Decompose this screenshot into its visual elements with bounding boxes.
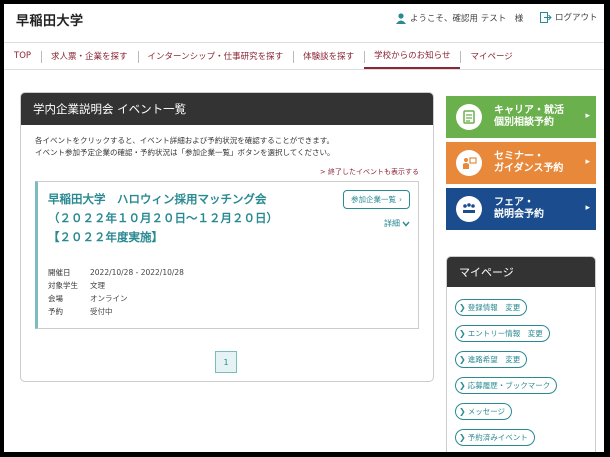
mypage-link-history[interactable]: ❯ 応募履歴・ブックマーク	[455, 377, 558, 394]
chevron-right-icon: ❯	[459, 303, 466, 312]
logout-label: ログアウト	[555, 13, 598, 23]
logout-link[interactable]: ログアウト	[540, 11, 598, 23]
event-list-panel: 学内企業説明会 イベント一覧 各イベントをクリックすると、イベント詳細および予約…	[20, 92, 434, 382]
arrow-right-icon: ▸	[585, 111, 590, 121]
chevron-right-icon: ❯	[459, 355, 466, 364]
chevron-right-icon: ❯	[459, 433, 466, 442]
pagination-page-1[interactable]: 1	[215, 351, 237, 373]
chevron-right-icon: ❯	[459, 329, 466, 338]
fair-label-1: フェア・	[494, 197, 534, 208]
mypage-link-career-plan[interactable]: ❯ 進路希望 変更	[455, 351, 528, 368]
mypage-title: マイページ	[447, 257, 595, 287]
chevron-down-icon	[402, 221, 410, 227]
chevron-right-icon: ❯	[459, 381, 466, 390]
panel-intro: 各イベントをクリックすると、イベント詳細および予約状況を確認することができます。…	[35, 135, 335, 159]
info-row-reservation: 予約 受付中	[48, 307, 113, 316]
nav-experience-search[interactable]: 体験談を探す	[293, 43, 364, 69]
welcome-text: ようこそ、確認用 テスト 様	[410, 14, 524, 24]
mypage-link-entry[interactable]: ❯ エントリー情報 変更	[455, 325, 550, 342]
nav-mypage[interactable]: マイページ	[460, 43, 522, 69]
user-icon	[396, 12, 406, 24]
event-title[interactable]: 早稲田大学 ハロウィン採用マッチング会 （２０２２年１０月２０日～１２月２０日）…	[48, 190, 338, 247]
nav-top[interactable]: TOP	[4, 43, 41, 69]
career-label-2: 個別相談予約	[494, 117, 554, 128]
info-row-venue: 会場 オンライン	[48, 294, 128, 303]
info-row-date: 開催日 2022/10/28 - 2022/10/28	[48, 268, 184, 277]
seminar-label-2: ガイダンス予約	[494, 163, 564, 174]
nav-internship-search[interactable]: インターンシップ・仕事研究を探す	[137, 43, 294, 69]
nav-school-news[interactable]: 学校からのお知らせ	[364, 43, 461, 69]
chevron-right-icon: ❯	[459, 407, 466, 416]
event-title-line-3: 【２０２２年度実施】	[48, 230, 163, 244]
meeting-icon	[456, 196, 482, 222]
page-frame: 早稲田大学 ようこそ、確認用 テスト 様 ログアウト TOP 求人票・企業を探す…	[4, 4, 604, 452]
mypage-link-reserved-events[interactable]: ❯ 予約済みイベント	[455, 429, 535, 446]
header: 早稲田大学 ようこそ、確認用 テスト 様 ログアウト	[4, 4, 604, 34]
arrow-right-icon: ▸	[585, 157, 590, 167]
info-row-target: 対象学生 文理	[48, 281, 105, 290]
panel-title: 学内企業説明会 イベント一覧	[21, 93, 433, 125]
event-detail-toggle[interactable]: 詳細	[384, 218, 410, 229]
mypage-link-profile[interactable]: ❯ 登録情報 変更	[455, 299, 528, 316]
company-list-label: 参加企業一覧	[351, 195, 396, 204]
fair-briefing-button[interactable]: フェア・ 説明会予約 ▸	[446, 188, 596, 230]
nav-job-search[interactable]: 求人票・企業を探す	[41, 43, 138, 69]
mypage-panel: マイページ ❯ 登録情報 変更 ❯ エントリー情報 変更 ❯ 進路希望 変更 ❯ 応募履…	[446, 256, 596, 452]
logout-icon	[540, 11, 552, 23]
arrow-right-icon: ▸	[585, 203, 590, 213]
intro-line-1: 各イベントをクリックすると、イベント詳細および予約状況を確認することができます。	[35, 136, 334, 145]
event-title-line-2: （２０２２年１０月２０日～１２月２０日）	[48, 211, 278, 225]
mypage-link-messages[interactable]: ❯ メッセージ	[455, 403, 513, 420]
show-past-events-link[interactable]: > 終了したイベントも表示する	[320, 167, 419, 177]
event-title-line-1: 早稲田大学 ハロウィン採用マッチング会	[48, 192, 267, 206]
welcome-message: ようこそ、確認用 テスト 様	[396, 12, 523, 24]
company-list-button[interactable]: 参加企業一覧 ›	[343, 190, 410, 209]
chevron-right-icon: ›	[399, 195, 402, 204]
event-info: 開催日 2022/10/28 - 2022/10/28 対象学生 文理 会場 オンライ…	[48, 266, 184, 318]
fair-label-2: 説明会予約	[494, 209, 544, 220]
career-consultation-button[interactable]: キャリア・就活 個別相談予約 ▸	[446, 96, 596, 138]
document-icon	[456, 104, 482, 130]
detail-label: 詳細	[384, 219, 400, 228]
seminar-guidance-button[interactable]: セミナー・ ガイダンス予約 ▸	[446, 142, 596, 184]
seminar-label-1: セミナー・	[494, 151, 544, 162]
event-card[interactable]: 早稲田大学 ハロウィン採用マッチング会 （２０２２年１０月２０日～１２月２０日）…	[35, 181, 419, 329]
presentation-icon	[456, 150, 482, 176]
career-label-1: キャリア・就活	[494, 105, 564, 116]
university-logo[interactable]: 早稲田大学	[16, 10, 84, 29]
main-nav: TOP 求人票・企業を探す インターンシップ・仕事研究を探す 体験談を探す 学校…	[4, 42, 604, 70]
intro-line-2: イベント参加予定企業の確認・予約状況は「参加企業一覧」ボタンを選択してください。	[35, 148, 335, 157]
